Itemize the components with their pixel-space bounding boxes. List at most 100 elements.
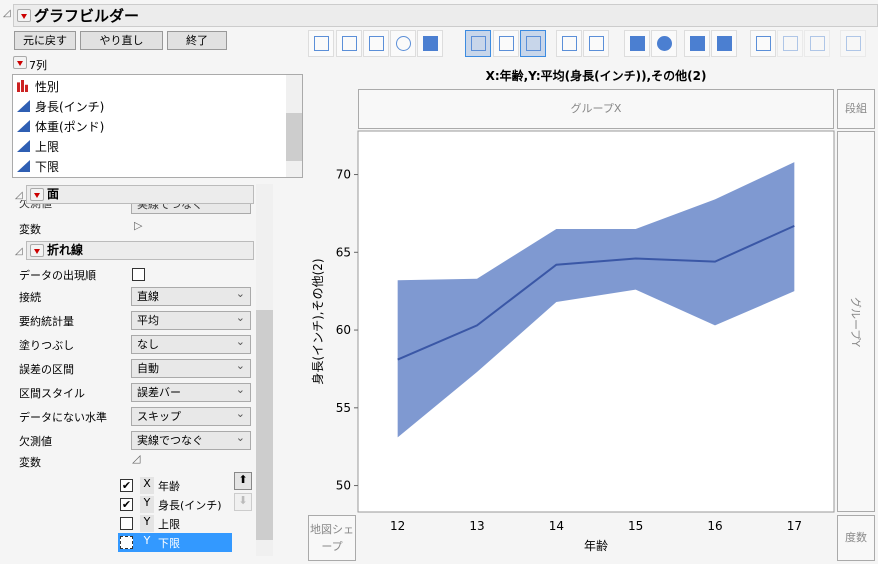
continuous-icon (17, 120, 30, 132)
group-y-zone[interactable]: グループY (837, 131, 875, 512)
formula-icon[interactable] (777, 30, 803, 57)
column-name: 性別 (35, 80, 60, 94)
section-title: 面 (47, 187, 60, 201)
variable-item[interactable]: ✔ X 年齢 (118, 476, 232, 495)
y-tick-label: 65 (336, 245, 351, 259)
option-label: データにない水準 (19, 411, 107, 424)
option-select[interactable]: なし (131, 333, 251, 354)
collapse-triangle-icon[interactable]: ◿ (132, 452, 140, 465)
move-up-button[interactable]: ⬆ (234, 472, 252, 490)
red-triangle-menu-icon[interactable] (30, 244, 44, 257)
column-item[interactable]: 下限 (17, 158, 59, 176)
disclosure-icon[interactable]: ◿ (15, 190, 23, 201)
disclosure-icon[interactable]: ◿ (15, 246, 23, 257)
option-select[interactable]: 実線でつなぐ (131, 429, 251, 450)
window-title: グラフビルダー (34, 7, 140, 25)
continuous-icon (17, 160, 30, 172)
option-select[interactable]: スキップ (131, 405, 251, 426)
points-icon[interactable] (308, 30, 334, 57)
x-tick-label: 16 (707, 519, 722, 533)
pie-icon[interactable] (651, 30, 677, 57)
icon-glyph (589, 36, 604, 51)
variable-checkbox[interactable]: ✔ (120, 498, 133, 511)
icon-glyph (810, 36, 825, 51)
icon-glyph (690, 36, 705, 51)
caption-box-icon[interactable] (750, 30, 776, 57)
red-triangle-menu-icon[interactable] (17, 9, 31, 22)
contour-icon[interactable] (417, 30, 443, 57)
variable-name: 年齢 (158, 480, 180, 493)
parallel-plot-icon[interactable] (840, 30, 866, 57)
y-axis-label[interactable]: 身長(インチ),その他(2) (310, 258, 325, 384)
mosaic-icon[interactable] (711, 30, 737, 57)
order-label: データの出現順 (19, 269, 96, 282)
icon-glyph (717, 36, 732, 51)
scrollbar-thumb[interactable] (256, 310, 273, 540)
icon-glyph (314, 36, 329, 51)
column-list: 性別身長(インチ) 体重(ポンド) 上限下限 (12, 74, 303, 178)
columns-header: 7列 (29, 59, 47, 72)
column-name: 下限 (35, 160, 60, 174)
variable-item[interactable]: ✔ Y 身長(インチ) (118, 495, 232, 514)
icon-glyph (499, 36, 514, 51)
option-label: 誤差の区間 (19, 363, 74, 376)
freq-zone[interactable]: 度数 (837, 515, 875, 561)
column-name: 上限 (35, 140, 60, 154)
variable-checkbox[interactable] (120, 536, 133, 549)
option-label: 要約統計量 (19, 315, 74, 328)
undo-button[interactable]: 元に戻す (14, 31, 76, 50)
column-item[interactable]: 身長(インチ) (17, 98, 104, 116)
columns-menu-icon[interactable] (13, 56, 27, 69)
variable-item[interactable]: Y 下限 (118, 533, 232, 552)
title-bar (13, 4, 878, 27)
variable-checkbox[interactable] (120, 517, 133, 530)
order-checkbox[interactable] (132, 268, 145, 281)
options-scrollbar[interactable] (256, 184, 273, 556)
y-tick-label: 60 (336, 323, 351, 337)
variable-name: 上限 (158, 518, 180, 531)
redo-button[interactable]: やり直し (80, 31, 163, 50)
variable-name: 身長(インチ) (158, 499, 222, 512)
variable-name: 下限 (158, 537, 180, 550)
red-triangle-menu-icon[interactable] (30, 188, 44, 201)
histogram-icon[interactable] (583, 30, 609, 57)
map-shapes-icon[interactable] (804, 30, 830, 57)
group-x-zone[interactable]: グループX (358, 89, 834, 129)
option-label: 欠測値 (19, 435, 52, 448)
wrap-zone[interactable]: 段組 (837, 89, 875, 129)
move-down-button[interactable]: ⬇ (234, 493, 252, 511)
option-select[interactable]: 直線 (131, 285, 251, 306)
variable-checkbox[interactable]: ✔ (120, 479, 133, 492)
option-label: 塗りつぶし (19, 339, 75, 352)
done-button[interactable]: 終了 (167, 31, 227, 50)
bar-icon[interactable] (493, 30, 519, 57)
heatmap-icon[interactable] (624, 30, 650, 57)
icon-glyph (562, 36, 577, 51)
option-select[interactable]: 自動 (131, 357, 251, 378)
column-item[interactable]: 性別 (17, 78, 59, 96)
line-section-header[interactable]: 折れ線 (26, 241, 254, 260)
icon-glyph (526, 36, 541, 51)
area-variables-label: 変数 (19, 223, 41, 236)
bar-chart-icon (17, 80, 28, 92)
expand-triangle-icon[interactable]: ▷ (134, 219, 142, 232)
ellipse-icon[interactable] (390, 30, 416, 57)
line-icon[interactable] (465, 30, 491, 57)
area-section-header[interactable]: 面 (26, 185, 254, 204)
option-select[interactable]: 誤差バー (131, 381, 251, 402)
column-name: 身長(インチ) (35, 100, 105, 114)
line-of-fit-icon[interactable] (363, 30, 389, 57)
treemap-icon[interactable] (684, 30, 710, 57)
icon-glyph (342, 36, 357, 51)
disclosure-icon[interactable]: ◿ (3, 8, 11, 19)
area-icon[interactable] (520, 30, 546, 57)
option-select[interactable]: 平均 (131, 309, 251, 330)
graph-title: X:年齢,Y:平均(身長(インチ)),その他(2) (485, 69, 707, 83)
variable-item[interactable]: Y 上限 (118, 514, 232, 533)
column-item[interactable]: 上限 (17, 138, 59, 156)
smoother-icon[interactable] (336, 30, 362, 57)
column-item[interactable]: 体重(ポンド) (17, 118, 104, 136)
x-axis-label[interactable]: 年齢 (584, 538, 608, 553)
icon-glyph (423, 36, 438, 51)
box-plot-icon[interactable] (556, 30, 582, 57)
